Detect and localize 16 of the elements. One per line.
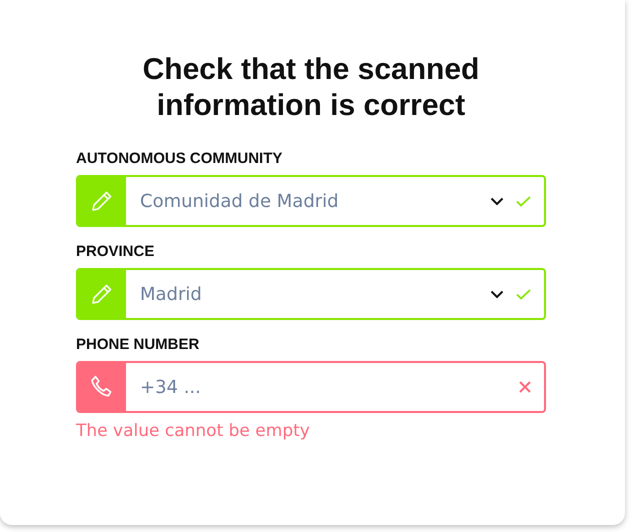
select-field[interactable]: Madrid: [76, 268, 546, 320]
field-label: PHONE NUMBER: [76, 336, 200, 353]
text-input[interactable]: +34 ...: [126, 363, 519, 411]
check-icon: [516, 288, 531, 300]
chevron-down-icon: [490, 196, 504, 206]
select-field[interactable]: Comunidad de Madrid: [76, 175, 546, 227]
chevron-down-icon: [490, 290, 504, 298]
pencil-icon: [90, 282, 114, 306]
check-icon: [516, 196, 531, 206]
field-label: PROVINCE: [76, 243, 156, 260]
input-field[interactable]: +34 ...: [76, 361, 546, 413]
field-label: AUTONOMOUS COMMUNITY: [76, 150, 284, 167]
page-title: Check that the scanned information is correct: [142, 52, 480, 124]
pencil-icon: [90, 189, 114, 213]
error-message: The value cannot be empty: [76, 421, 311, 441]
close-icon[interactable]: [519, 381, 531, 393]
